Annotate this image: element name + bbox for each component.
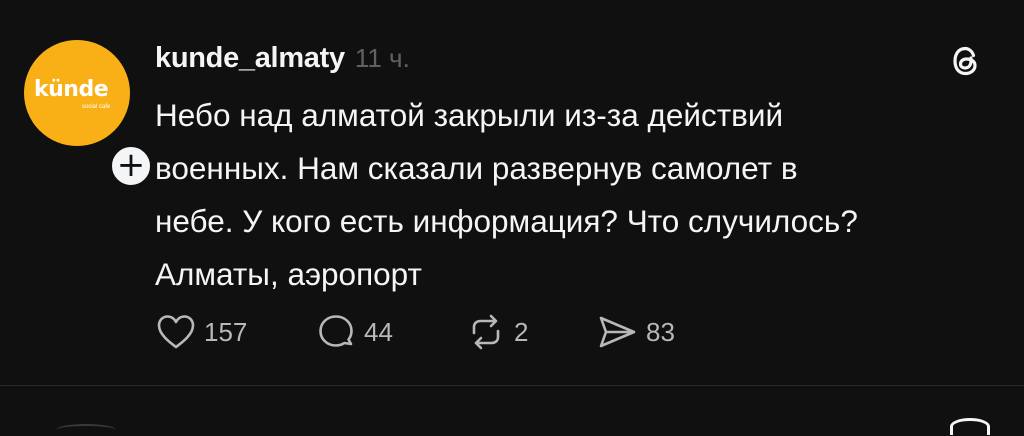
next-post-avatar: [56, 424, 116, 436]
share-count: 83: [646, 316, 675, 347]
comment-icon: [319, 315, 353, 347]
repost-count: 2: [514, 316, 529, 347]
follow-button[interactable]: +: [107, 142, 155, 190]
post-card[interactable]: künde social cafe + kunde_almaty 11 ч. Н…: [0, 0, 1024, 385]
post-actions-bar: 157 44 2 83: [155, 310, 715, 354]
username-link[interactable]: kunde_almaty: [155, 42, 345, 75]
plus-icon: +: [116, 145, 146, 185]
post-timestamp[interactable]: 11 ч.: [355, 43, 410, 74]
post-divider: [0, 385, 1024, 386]
like-count: 157: [204, 316, 248, 347]
avatar-logo-subtext: social cafe: [82, 104, 111, 110]
next-post-threads-icon: [950, 418, 990, 435]
comment-button[interactable]: 44: [315, 312, 465, 352]
repost-button[interactable]: 2: [465, 312, 595, 352]
avatar-container[interactable]: künde social cafe +: [24, 40, 155, 190]
repost-icon: [472, 314, 500, 350]
post-body-text: Небо над алматой закрыли из-за действий …: [155, 97, 858, 292]
comment-count: 44: [364, 316, 393, 347]
send-icon: [599, 316, 636, 348]
heart-icon: [157, 315, 195, 349]
avatar-logo-text: künde: [34, 77, 109, 102]
post-header: kunde_almaty 11 ч.: [155, 42, 410, 78]
threads-logo-icon[interactable]: [946, 41, 986, 81]
like-button[interactable]: 157: [155, 312, 315, 352]
share-button[interactable]: 83: [595, 312, 715, 352]
avatar[interactable]: künde social cafe: [24, 40, 130, 146]
